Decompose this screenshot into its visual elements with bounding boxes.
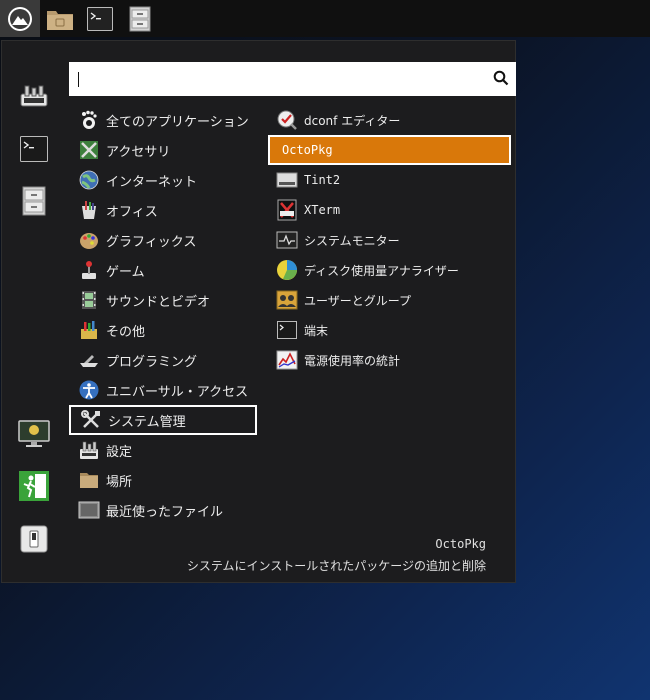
logout-exit-icon bbox=[19, 471, 49, 501]
settings-icon bbox=[78, 439, 100, 461]
joystick-icon bbox=[78, 259, 100, 281]
category-label: 設定 bbox=[106, 444, 133, 460]
terminal-icon bbox=[276, 319, 298, 341]
category-label: グラフィックス bbox=[106, 234, 197, 250]
search-bar bbox=[69, 62, 516, 96]
category-label: その他 bbox=[106, 324, 146, 340]
disk-usage-pie-icon bbox=[276, 259, 298, 281]
category-label: ゲーム bbox=[106, 264, 145, 280]
category-universal-access[interactable]: ユニバーサル・アクセス bbox=[69, 375, 257, 405]
recent-files-icon bbox=[78, 499, 100, 521]
app-disk-usage-analyzer[interactable]: ディスク使用量アナライザー bbox=[268, 255, 511, 285]
tint2-icon bbox=[276, 169, 298, 191]
gnome-foot-icon bbox=[78, 109, 100, 131]
app-label: ディスク使用量アナライザー bbox=[304, 263, 459, 278]
terminal-button[interactable] bbox=[80, 0, 120, 37]
folder-icon bbox=[78, 469, 100, 491]
category-other[interactable]: その他 bbox=[69, 315, 257, 345]
category-places[interactable]: 場所 bbox=[69, 465, 257, 495]
sidebar-settings-button[interactable] bbox=[16, 79, 52, 113]
app-xterm[interactable]: XTerm bbox=[268, 195, 511, 225]
category-all-applications[interactable]: 全てのアプリケーション bbox=[69, 105, 257, 135]
search-icon[interactable] bbox=[493, 70, 509, 86]
terminal-icon bbox=[87, 6, 113, 31]
mountain-logo-icon bbox=[8, 6, 32, 31]
xterm-icon bbox=[276, 199, 298, 221]
app-label: Tint2 bbox=[304, 173, 341, 187]
category-label: 場所 bbox=[106, 474, 133, 490]
category-system-admin[interactable]: システム管理 bbox=[69, 405, 257, 435]
category-sound-video[interactable]: サウンドとビデオ bbox=[69, 285, 257, 315]
misc-icon bbox=[78, 319, 100, 341]
film-strip-icon bbox=[78, 289, 100, 311]
app-label: ユーザーとグループ bbox=[304, 293, 412, 308]
sidebar-logout-button[interactable] bbox=[16, 469, 52, 503]
keyboard-settings-icon bbox=[20, 85, 48, 107]
monitor-lock-icon bbox=[18, 420, 50, 447]
category-office[interactable]: オフィス bbox=[69, 195, 257, 225]
category-recent-files[interactable]: 最近使ったファイル bbox=[69, 495, 257, 525]
category-accessories[interactable]: アクセサリ bbox=[69, 135, 257, 165]
description-text: システムにインストールされたパッケージの追加と削除 bbox=[186, 559, 486, 573]
category-programming[interactable]: プログラミング bbox=[69, 345, 257, 375]
app-octopkg[interactable]: OctoPkg bbox=[268, 135, 511, 165]
users-groups-icon bbox=[276, 289, 298, 311]
category-label: プログラミング bbox=[106, 354, 198, 370]
file-cabinet-icon bbox=[129, 6, 151, 31]
app-label: システムモニター bbox=[304, 233, 400, 248]
folder-icon bbox=[47, 10, 73, 30]
app-system-monitor[interactable]: システムモニター bbox=[268, 225, 511, 255]
category-label: アクセサリ bbox=[106, 144, 171, 160]
accessibility-icon bbox=[78, 379, 100, 401]
power-stats-icon bbox=[276, 349, 298, 371]
terminal-icon bbox=[20, 136, 48, 162]
file-cabinet-icon bbox=[22, 186, 46, 216]
app-tint2[interactable]: Tint2 bbox=[268, 165, 511, 195]
palette-icon bbox=[78, 229, 100, 251]
sidebar-archive-button[interactable] bbox=[16, 184, 52, 218]
category-internet[interactable]: インターネット bbox=[69, 165, 257, 195]
category-label: サウンドとビデオ bbox=[106, 294, 211, 310]
sidebar-lock-screen-button[interactable] bbox=[16, 417, 52, 451]
dconf-editor-icon bbox=[276, 109, 298, 131]
app-label: XTerm bbox=[304, 203, 341, 217]
start-menu-button[interactable] bbox=[0, 0, 40, 37]
category-settings[interactable]: 設定 bbox=[69, 435, 257, 465]
description-title: OctoPkg bbox=[435, 537, 486, 551]
file-manager-button[interactable] bbox=[40, 0, 80, 37]
tools-icon bbox=[80, 409, 102, 431]
category-label: インターネット bbox=[106, 174, 198, 190]
app-label: OctoPkg bbox=[282, 143, 333, 157]
app-users-groups[interactable]: ユーザーとグループ bbox=[268, 285, 511, 315]
app-terminal[interactable]: 端末 bbox=[268, 315, 511, 345]
category-games[interactable]: ゲーム bbox=[69, 255, 257, 285]
category-graphics[interactable]: グラフィックス bbox=[69, 225, 257, 255]
application-menu: 全てのアプリケーション アクセサリ インターネット オフィス グラフィックス ゲ… bbox=[1, 40, 516, 583]
text-cursor bbox=[78, 72, 79, 87]
category-label: オフィス bbox=[106, 204, 158, 220]
app-label: dconf エディター bbox=[304, 113, 401, 128]
app-label: 端末 bbox=[304, 323, 329, 338]
power-icon bbox=[20, 525, 48, 553]
globe-icon bbox=[78, 169, 100, 191]
system-monitor-icon bbox=[276, 229, 298, 251]
search-input[interactable] bbox=[77, 62, 481, 96]
category-label: 全てのアプリケーション bbox=[106, 114, 249, 130]
sidebar-terminal-button[interactable] bbox=[16, 132, 52, 166]
programming-icon bbox=[78, 349, 100, 371]
taskbar bbox=[0, 0, 650, 37]
category-label: ユニバーサル・アクセス bbox=[106, 384, 249, 400]
app-label: 電源使用率の統計 bbox=[304, 353, 401, 368]
app-dconf-editor[interactable]: dconf エディター bbox=[268, 105, 511, 135]
category-label: システム管理 bbox=[108, 414, 186, 430]
app-power-statistics[interactable]: 電源使用率の統計 bbox=[268, 345, 511, 375]
archive-button[interactable] bbox=[120, 0, 160, 37]
office-icon bbox=[78, 199, 100, 221]
sidebar-power-button[interactable] bbox=[16, 522, 52, 556]
category-label: 最近使ったファイル bbox=[106, 504, 224, 520]
accessories-icon bbox=[78, 139, 100, 161]
